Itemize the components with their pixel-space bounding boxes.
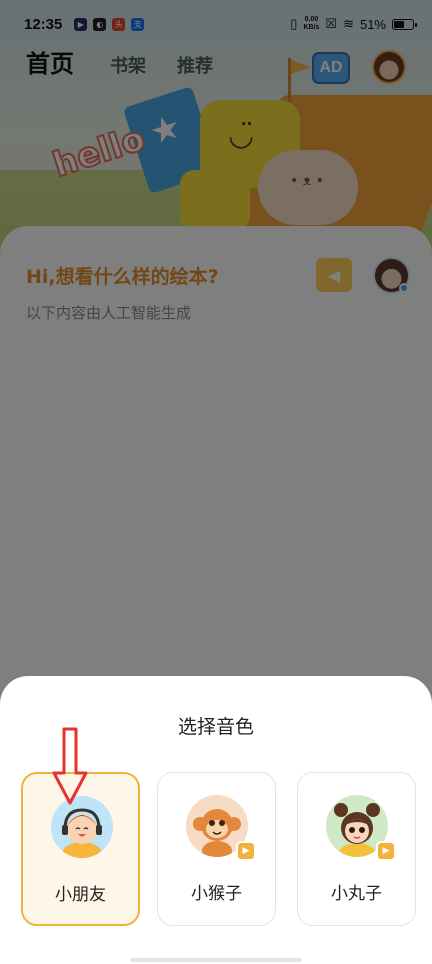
annotation-arrow-icon [52, 727, 88, 805]
play-icon: ▶ [236, 841, 256, 861]
voice-select-sheet: 选择音色 小朋友 ▶ 小猴子 ▶ 小丸子 [0, 676, 432, 964]
voice-option-girl[interactable]: ▶ 小丸子 [297, 772, 416, 926]
voice-option-name: 小丸子 [331, 884, 382, 904]
voice-option-name: 小猴子 [191, 884, 242, 904]
home-indicator [130, 958, 302, 962]
voice-option-monkey[interactable]: ▶ 小猴子 [157, 772, 276, 926]
play-icon: ▶ [376, 841, 396, 861]
voice-option-name: 小朋友 [55, 885, 106, 905]
